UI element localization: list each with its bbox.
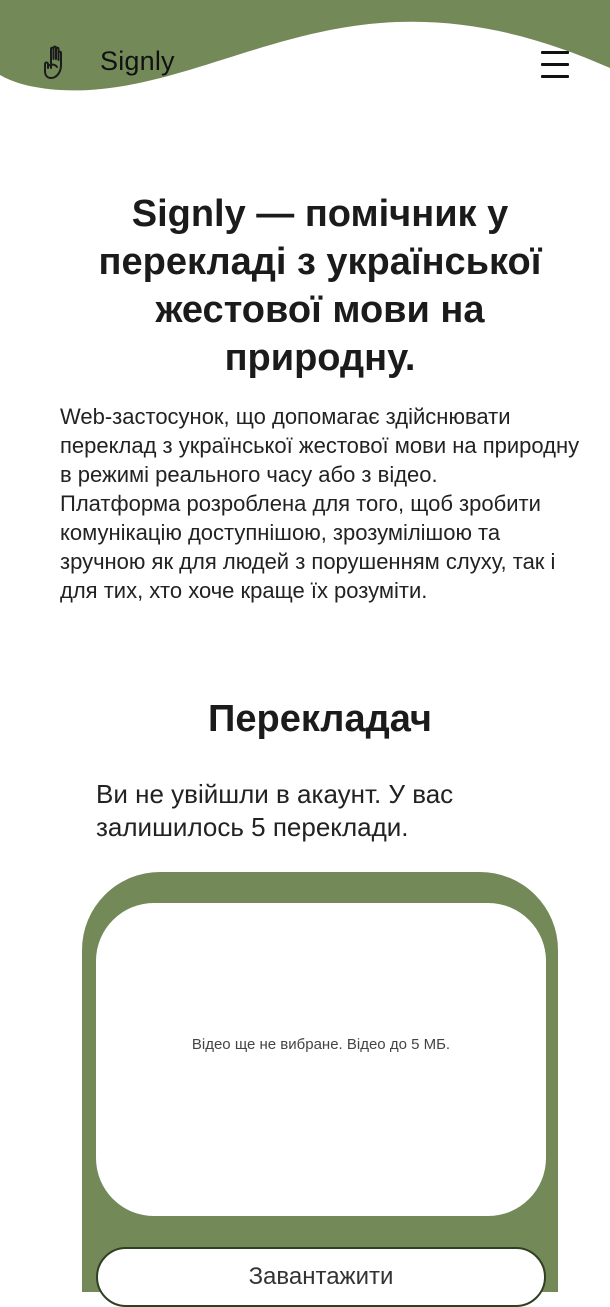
description-paragraph-2: Платформа розроблена для того, щоб зроби… xyxy=(60,491,556,603)
hand-sign-icon[interactable] xyxy=(42,45,72,81)
translator-title: Перекладач xyxy=(208,698,432,740)
brand-name[interactable]: Signly xyxy=(100,46,175,77)
translation-status-text: Ви не увійшли в акаунт. У вас залишилось… xyxy=(96,779,454,842)
hero-description: Web-застосунок, що допомагає здійснювати… xyxy=(60,402,580,605)
hero-title: Signly — помічник у перекладі з українсь… xyxy=(98,193,542,379)
video-placeholder-text: Відео ще не вибране. Відео до 5 МБ. xyxy=(191,1036,451,1053)
upload-button[interactable]: Завантажити xyxy=(96,1247,546,1307)
menu-line xyxy=(541,51,569,54)
menu-line xyxy=(541,75,569,78)
header-wave-background xyxy=(0,0,610,91)
hamburger-menu-icon[interactable] xyxy=(541,51,571,79)
description-paragraph-1: Web-застосунок, що допомагає здійснювати… xyxy=(60,404,580,487)
menu-line xyxy=(541,63,569,66)
video-drop-area[interactable]: Відео ще не вибране. Відео до 5 МБ. xyxy=(96,903,546,1216)
